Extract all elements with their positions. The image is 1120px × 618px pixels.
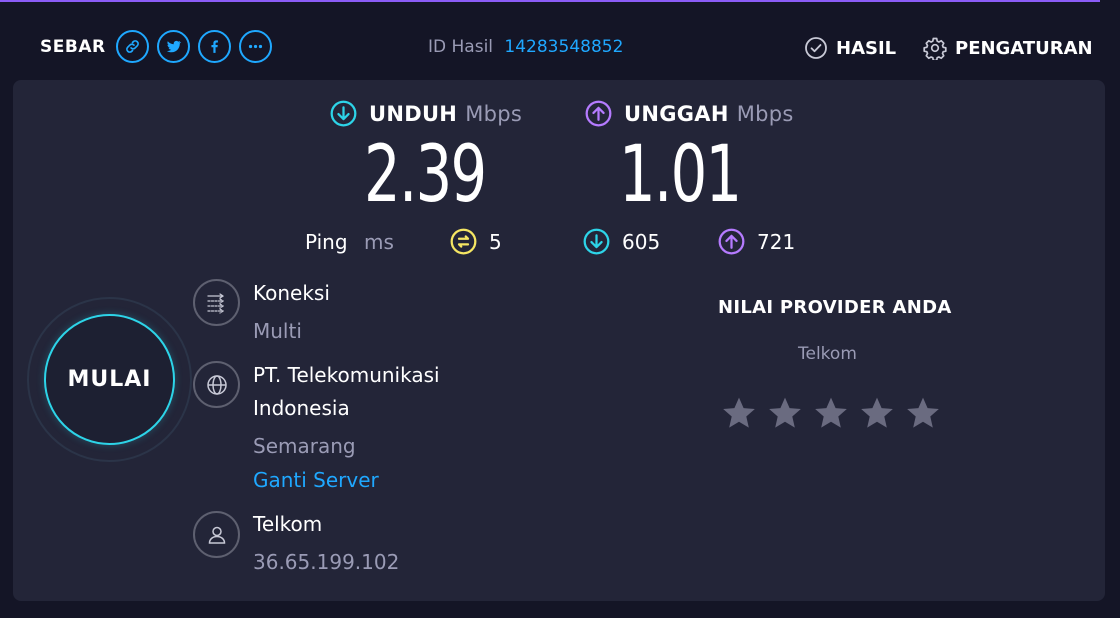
link-icon [125, 40, 139, 53]
ping-unit: ms [364, 230, 394, 254]
ping-label: Ping [305, 230, 348, 254]
download-unit: Mbps [465, 101, 523, 126]
share-facebook-button[interactable] [197, 30, 231, 63]
upload-header: UNGGAH Mbps [585, 100, 794, 127]
connections-icon [206, 292, 224, 314]
connections-icon-wrap [193, 279, 240, 326]
more-icon [248, 44, 262, 49]
star-icon[interactable] [858, 394, 896, 432]
globe-icon-wrap [193, 361, 240, 408]
provider-ip: 36.65.199.102 [253, 550, 400, 574]
provider-name: Telkom [253, 512, 323, 536]
ping-idle-value: 5 [489, 229, 502, 254]
check-circle-icon [805, 37, 827, 59]
share-label: SEBAR [40, 36, 106, 57]
rating-stars [720, 394, 950, 432]
twitter-icon [166, 40, 181, 53]
gear-icon [923, 37, 947, 60]
settings-button[interactable]: PENGATURAN [923, 36, 1093, 60]
rate-provider-name: Telkom [798, 344, 857, 364]
rate-provider-title: NILAI PROVIDER ANDA [718, 297, 952, 318]
ping-download-value: 605 [622, 229, 661, 254]
server-name-line1: PT. Telekomunikasi [253, 363, 440, 387]
user-icon [208, 526, 225, 544]
download-label: UNDUH [369, 101, 458, 126]
settings-label: PENGATURAN [955, 37, 1093, 59]
result-id-value[interactable]: 14283548852 [504, 37, 623, 57]
share-twitter-button[interactable] [156, 30, 190, 63]
upload-latency-icon [718, 228, 745, 255]
change-server-link[interactable]: Ganti Server [253, 468, 379, 492]
star-icon[interactable] [766, 394, 804, 432]
ping-upload: 721 [718, 228, 795, 255]
facebook-icon [211, 40, 218, 53]
connection-label: Koneksi [253, 281, 330, 305]
upload-value: 1.01 [619, 130, 742, 220]
globe-icon [206, 374, 227, 395]
download-latency-icon [583, 228, 610, 255]
top-accent-line [0, 0, 1100, 2]
star-icon[interactable] [720, 394, 758, 432]
user-icon-wrap [193, 511, 240, 558]
ping-download: 605 [583, 228, 660, 255]
download-arrow-icon [330, 100, 357, 127]
results-label: HASIL [836, 37, 897, 59]
share-link-button[interactable] [115, 30, 149, 63]
star-icon[interactable] [812, 394, 850, 432]
upload-unit: Mbps [736, 101, 794, 126]
latency-icon [450, 228, 477, 255]
server-name-line2: Indonesia [253, 396, 350, 420]
ping-idle: 5 [450, 228, 502, 255]
ping-upload-value: 721 [757, 229, 796, 254]
results-button[interactable]: HASIL [804, 36, 896, 60]
upload-speed: UNGGAH Mbps 1.01 [585, 100, 794, 220]
upload-arrow-icon [585, 100, 612, 127]
download-speed: UNDUH Mbps 2.39 [330, 100, 522, 220]
star-icon[interactable] [904, 394, 942, 432]
ping-row: Ping ms 5 605 721 [305, 228, 825, 258]
result-id: ID Hasil 14283548852 [428, 37, 623, 57]
download-header: UNDUH Mbps [330, 100, 522, 127]
server-location: Semarang [253, 434, 356, 458]
result-id-label: ID Hasil [428, 37, 494, 57]
connection-mode[interactable]: Multi [253, 319, 302, 343]
download-value: 2.39 [364, 130, 487, 220]
share-bar: SEBAR [40, 30, 280, 63]
start-button[interactable]: MULAI [44, 314, 175, 445]
upload-label: UNGGAH [624, 101, 729, 126]
share-more-button[interactable] [238, 30, 272, 63]
